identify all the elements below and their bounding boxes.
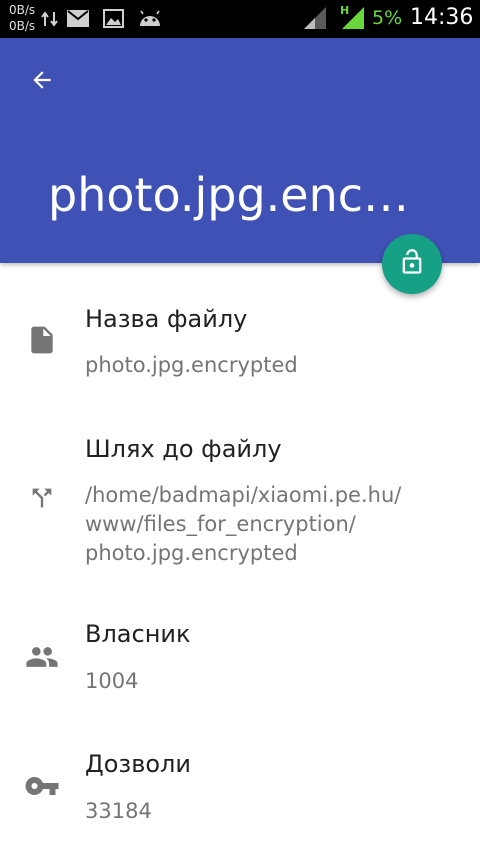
clock: 14:36: [410, 5, 474, 30]
owner-value: 1004: [85, 669, 139, 693]
file-name-value: photo.jpg.encrypted: [85, 353, 298, 377]
key-icon: [24, 768, 60, 804]
android-icon: [138, 10, 162, 32]
data-transfer-icon: [40, 9, 60, 34]
mail-icon: [67, 10, 89, 32]
app-bar: photo.jpg.encr…: [0, 38, 480, 263]
file-icon: [24, 322, 60, 358]
image-icon: [103, 9, 124, 33]
unlock-icon: [398, 248, 426, 281]
net-down-speed: 0B/s: [9, 19, 36, 33]
network-type-label: H: [340, 4, 349, 17]
net-up-speed: 0B/s: [9, 3, 36, 17]
file-path-label: Шлях до файлу: [85, 435, 282, 463]
file-name-label: Назва файлу: [85, 305, 248, 333]
permissions-value: 33184: [85, 799, 152, 823]
status-bar: 0B/s 0B/s H 5% 14:36: [0, 0, 480, 38]
wifi-signal-icon: [303, 6, 327, 35]
permissions-label: Дозволи: [85, 750, 191, 778]
people-icon: [24, 639, 60, 675]
arrow-back-icon: [29, 67, 55, 98]
owner-label: Власник: [85, 620, 191, 648]
network-speed: 0B/s 0B/s: [9, 3, 35, 35]
path-split-icon: [24, 480, 60, 516]
file-path-line: photo.jpg.encrypted: [85, 541, 298, 565]
file-path-line: www/files_for_encryption/: [85, 512, 356, 536]
page-title: photo.jpg.encr…: [48, 168, 418, 222]
file-path-line: /home/badmapi/xiaomi.pe.hu/: [85, 483, 402, 507]
file-path-value: /home/badmapi/xiaomi.pe.hu/ www/files_fo…: [85, 481, 401, 568]
battery-level: 5%: [372, 7, 403, 29]
back-button[interactable]: [18, 58, 66, 106]
cell-signal-icon: H: [340, 3, 366, 35]
decrypt-button[interactable]: [382, 234, 442, 294]
